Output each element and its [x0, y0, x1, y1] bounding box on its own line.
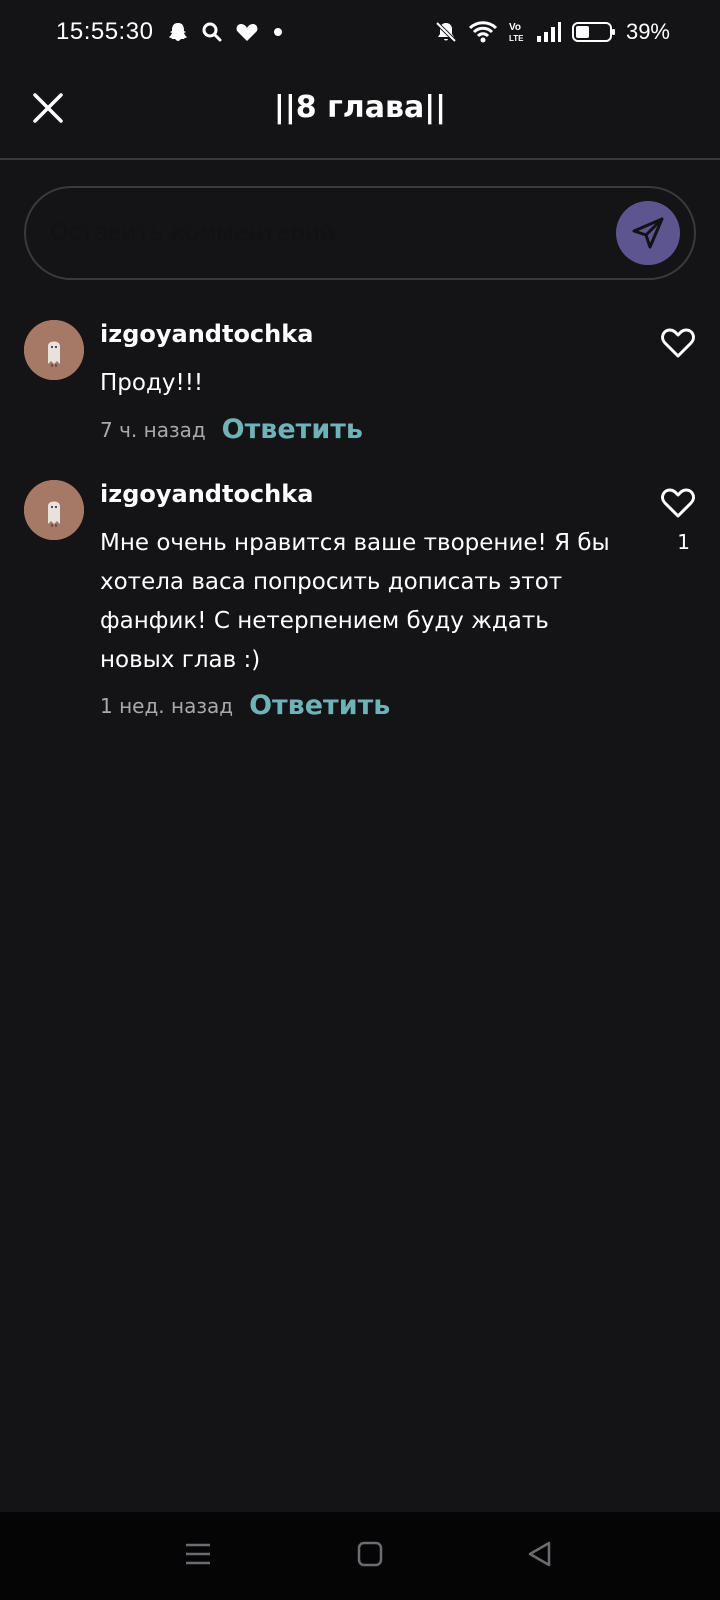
home-button[interactable] [356, 1540, 384, 1568]
comment-item: izgoyandtochka Проду!!! 7 ч. назад Ответ… [0, 320, 720, 450]
comment-text: Проду!!! [100, 370, 204, 396]
volte-icon: Vo LTE [508, 20, 526, 44]
comment-timestamp: 7 ч. назад [100, 417, 206, 442]
page-title: ||8 глава|| [273, 90, 447, 125]
search-icon [201, 21, 223, 43]
status-right-icons: Vo LTE 39% [434, 19, 670, 45]
snapchat-icon [167, 21, 189, 43]
comment-box [24, 186, 696, 280]
navigation-bar [0, 1512, 720, 1600]
svg-text:Vo: Vo [509, 22, 521, 33]
signal-icon [536, 21, 562, 43]
back-button[interactable] [526, 1540, 554, 1568]
battery-percentage: 39% [625, 19, 670, 44]
comment-username[interactable]: izgoyandtochka [100, 480, 313, 508]
comment-text: Мне очень нравится ваше творение! Я бы х… [100, 530, 610, 673]
comment-input[interactable] [48, 219, 616, 247]
svg-text:LTE: LTE [509, 34, 524, 43]
avatar[interactable] [24, 480, 84, 540]
dot-icon [271, 25, 285, 39]
like-button[interactable] [660, 326, 696, 360]
ghost-avatar-icon [24, 320, 84, 380]
comment-meta: 7 ч. назад Ответить [100, 414, 363, 445]
status-time: 15:55:30 [56, 18, 154, 45]
comments-screen: 15:55:30 Vo LTE 39% ||8 глава|| Оставить… [0, 0, 720, 1600]
recent-apps-button[interactable] [184, 1540, 212, 1568]
status-left-icons [167, 21, 285, 43]
menu-icon [186, 1543, 210, 1565]
header: ||8 глава|| [0, 64, 720, 160]
send-icon [632, 217, 664, 249]
comment-meta: 1 нед. назад Ответить [100, 690, 390, 721]
heart-icon [235, 21, 259, 43]
mute-icon [434, 20, 458, 44]
reply-button[interactable]: Ответить [249, 690, 390, 721]
comment-username[interactable]: izgoyandtochka [100, 320, 313, 348]
like-count: 1 [677, 530, 690, 554]
battery-icon [571, 21, 616, 43]
heart-outline-icon [661, 488, 695, 518]
ghost-avatar-icon [24, 480, 84, 540]
reply-button[interactable]: Ответить [222, 414, 363, 445]
status-bar: 15:55:30 Vo LTE 39% [0, 0, 720, 64]
back-icon [528, 1541, 551, 1567]
comment-item: izgoyandtochka Мне очень нравится ваше т… [0, 480, 720, 730]
heart-outline-icon [661, 328, 695, 358]
avatar[interactable] [24, 320, 84, 380]
wifi-icon [468, 20, 498, 44]
like-button[interactable] [660, 486, 696, 520]
comment-timestamp: 1 нед. назад [100, 693, 234, 718]
home-icon [357, 1541, 383, 1567]
send-button[interactable] [616, 201, 680, 265]
